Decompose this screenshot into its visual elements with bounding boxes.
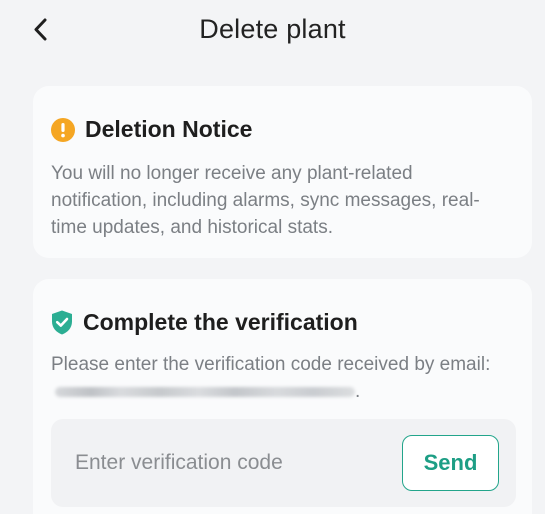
redacted-email: [55, 386, 355, 397]
verification-title: Complete the verification: [83, 309, 358, 335]
deletion-notice-card: Deletion Notice You will no longer recei…: [33, 86, 532, 258]
notice-body: You will no longer receive any plant-rel…: [51, 163, 480, 238]
delete-plant-screen: Delete plant Deletion Notice You will no…: [0, 0, 545, 514]
shield-check-icon: [52, 310, 72, 335]
verification-instruction-end: .: [355, 381, 361, 402]
warning-circle-icon: [51, 117, 75, 142]
notice-header: Deletion Notice: [51, 116, 252, 143]
verification-code-input[interactable]: [51, 419, 391, 507]
page-title: Delete plant: [199, 14, 346, 44]
verification-instruction: Please enter the verification code recei…: [51, 354, 491, 375]
verification-body: Please enter the verification code recei…: [51, 351, 512, 405]
send-code-button[interactable]: Send: [402, 435, 499, 491]
header: Delete plant: [0, 0, 545, 64]
verification-header: Complete the verification: [51, 309, 358, 336]
verification-code-row: Send: [51, 419, 516, 507]
verification-card: Complete the verification Please enter t…: [33, 279, 532, 514]
notice-title: Deletion Notice: [85, 116, 253, 142]
